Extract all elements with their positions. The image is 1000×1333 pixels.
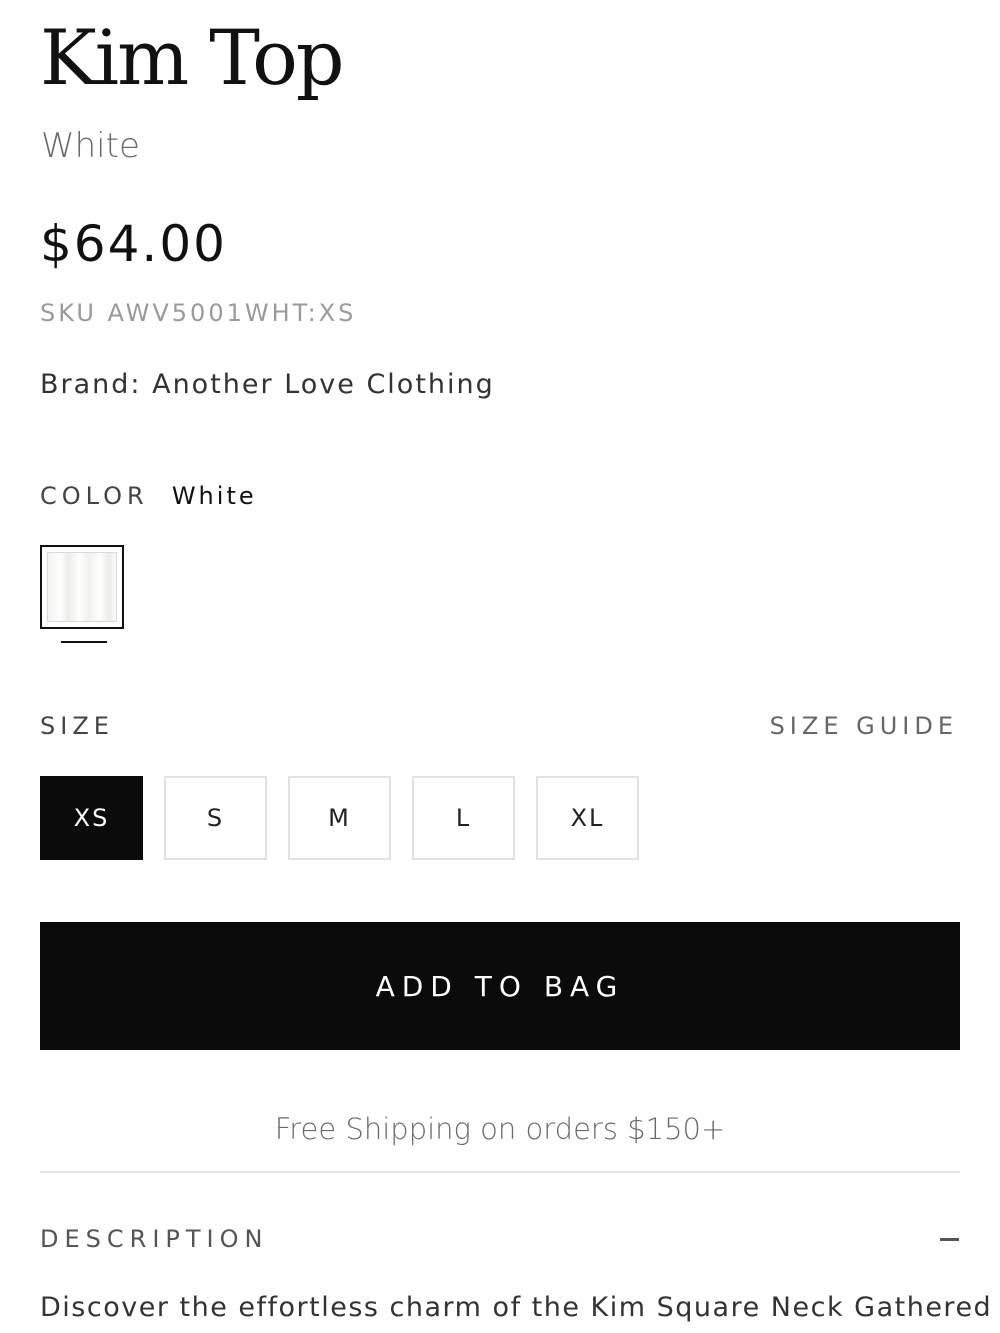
add-to-bag-button[interactable]: ADD TO BAG [40,922,960,1050]
description-text: Discover the effortless charm of the Kim… [40,1292,993,1323]
size-option-l[interactable]: L [412,776,515,860]
product-price: $64.00 [40,215,227,273]
minus-icon[interactable] [940,1238,959,1241]
product-sku: SKU AWV5001WHT:XS [40,299,357,327]
color-swatch-white[interactable] [40,545,124,629]
description-toggle[interactable]: DESCRIPTION [40,1223,268,1255]
product-title: Kim Top [40,13,345,102]
swatch-selected-indicator [61,641,107,643]
divider [40,1171,960,1173]
color-selector-header: COLOR White [40,480,257,515]
color-label: COLOR [40,482,149,510]
size-option-s[interactable]: S [164,776,267,860]
size-options: XS S M L XL [40,776,639,860]
shipping-note: Free Shipping on orders $150+ [274,1112,726,1146]
size-guide-link[interactable]: SIZE GUIDE [770,710,958,742]
size-label: SIZE [40,712,114,740]
product-variant: White [41,126,140,166]
product-brand: Brand: Another Love Clothing [40,369,495,400]
size-option-xl[interactable]: XL [536,776,639,860]
selected-color: White [171,482,257,510]
size-option-xs[interactable]: XS [40,776,143,860]
swatch-image [47,552,117,622]
size-option-m[interactable]: M [288,776,391,860]
